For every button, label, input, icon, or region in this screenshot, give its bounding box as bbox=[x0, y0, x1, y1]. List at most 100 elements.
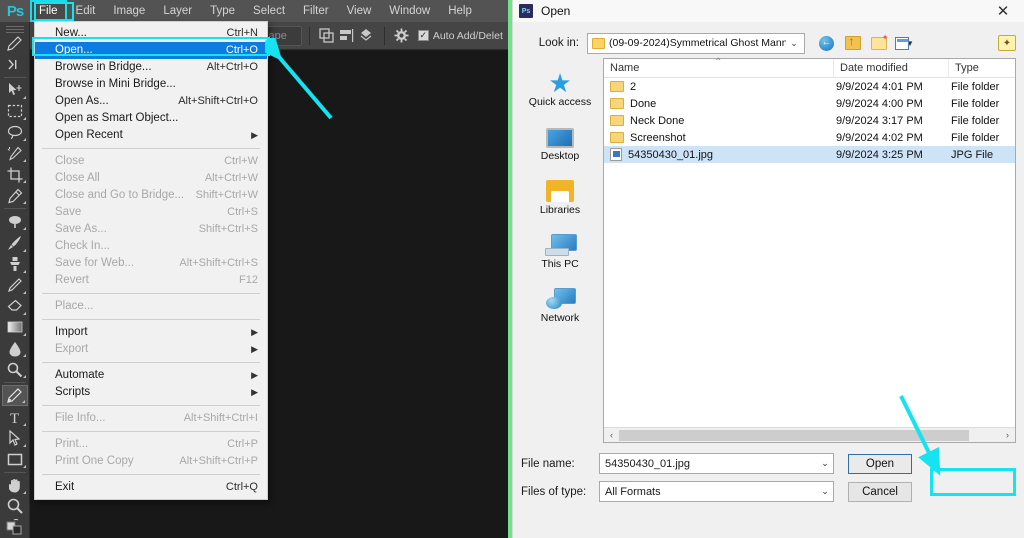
place-this-pc[interactable]: This PC bbox=[523, 226, 597, 270]
file-name-input[interactable]: 54350430_01.jpg ⌄ bbox=[599, 453, 834, 474]
chevron-down-icon[interactable]: ⌄ bbox=[817, 458, 833, 469]
menu-image[interactable]: Image bbox=[104, 0, 154, 22]
menu-filter[interactable]: Filter bbox=[294, 0, 338, 22]
crop-tool-icon[interactable] bbox=[2, 164, 28, 185]
path-selection-tool-icon[interactable] bbox=[2, 428, 28, 449]
eyedropper-tool-icon[interactable] bbox=[2, 185, 28, 206]
auto-add-delete-checkbox[interactable]: ✓ Auto Add/Delet bbox=[417, 30, 503, 42]
menu-item-close-and-go-to-bridge[interactable]: Close and Go to Bridge... Shift+Ctrl+W bbox=[35, 187, 267, 204]
eraser-tool-icon[interactable] bbox=[2, 296, 28, 317]
place-libraries[interactable]: Libraries bbox=[523, 172, 597, 216]
menu-window[interactable]: Window bbox=[380, 0, 439, 22]
menu-item-open[interactable]: Open... Ctrl+O bbox=[35, 42, 267, 59]
lasso-tool-icon[interactable] bbox=[2, 122, 28, 143]
change-view-icon[interactable]: ✦ bbox=[998, 35, 1016, 51]
history-brush-tool-icon[interactable] bbox=[2, 275, 28, 296]
menu-item-save[interactable]: Save Ctrl+S bbox=[35, 204, 267, 221]
panel-grip[interactable] bbox=[5, 26, 24, 33]
healing-brush-tool-icon[interactable] bbox=[2, 211, 28, 232]
table-row[interactable]: 2 9/9/2024 4:01 PM File folder bbox=[604, 78, 1015, 95]
menu-item-place[interactable]: Place... bbox=[35, 298, 267, 315]
look-in-dropdown[interactable]: (09-09-2024)Symmetrical Ghost Mannequin … bbox=[587, 32, 805, 54]
rectangle-tool-icon[interactable] bbox=[2, 449, 28, 470]
menu-view[interactable]: View bbox=[338, 0, 381, 22]
hand-tool-icon[interactable] bbox=[2, 475, 28, 496]
quick-selection-tool-icon[interactable] bbox=[2, 143, 28, 164]
arrange-shapes-icon[interactable] bbox=[357, 26, 377, 46]
menu-item-save-for-web[interactable]: Save for Web... Alt+Shift+Ctrl+S bbox=[35, 255, 267, 272]
menu-item-save-as[interactable]: Save As... Shift+Ctrl+S bbox=[35, 221, 267, 238]
clone-stamp-tool-icon[interactable] bbox=[2, 254, 28, 275]
menu-item-open-recent[interactable]: Open Recent ▶ bbox=[35, 127, 267, 144]
menu-item-open-as-smart-object[interactable]: Open as Smart Object... bbox=[35, 110, 267, 127]
type-tool-icon[interactable]: T bbox=[2, 406, 28, 427]
menu-item-close-all[interactable]: Close All Alt+Ctrl+W bbox=[35, 170, 267, 187]
open-button[interactable]: Open bbox=[848, 453, 912, 474]
pen-tool-top-icon[interactable] bbox=[2, 33, 28, 54]
menu-type[interactable]: Type bbox=[201, 0, 244, 22]
up-one-level-icon[interactable] bbox=[843, 34, 862, 53]
back-icon[interactable]: ← bbox=[817, 34, 836, 53]
scrollbar-track[interactable] bbox=[619, 428, 1000, 442]
pen-tool-icon[interactable] bbox=[1, 385, 28, 407]
menu-item-close[interactable]: Close Ctrl+W bbox=[35, 153, 267, 170]
cancel-button[interactable]: Cancel bbox=[848, 481, 912, 502]
table-row[interactable]: Neck Done 9/9/2024 3:17 PM File folder bbox=[604, 112, 1015, 129]
chevron-down-icon[interactable]: ⌄ bbox=[786, 38, 802, 49]
combine-shapes-icon[interactable] bbox=[317, 26, 337, 46]
column-header-date-modified[interactable]: Date modified bbox=[834, 59, 949, 77]
menu-item-check-in[interactable]: Check In... bbox=[35, 238, 267, 255]
menu-item-revert[interactable]: Revert F12 bbox=[35, 272, 267, 289]
column-header-name[interactable]: Name ⌃ bbox=[604, 57, 834, 77]
menu-item-automate[interactable]: Automate ▶ bbox=[35, 367, 267, 384]
place-desktop[interactable]: Desktop bbox=[523, 118, 597, 162]
marquee-tool-icon[interactable] bbox=[2, 101, 28, 122]
gear-icon[interactable] bbox=[392, 26, 412, 46]
foreground-background-color-icon[interactable] bbox=[2, 517, 28, 538]
move-tool-icon[interactable] bbox=[2, 80, 28, 101]
file-list[interactable]: Name ⌃ Date modified Type 2 9/9/2024 4:0… bbox=[603, 57, 1016, 443]
menu-item-browse-in-mini-bridge[interactable]: Browse in Mini Bridge... bbox=[35, 76, 267, 93]
close-icon[interactable]: ✕ bbox=[986, 0, 1020, 22]
menu-item-browse-in-bridge[interactable]: Browse in Bridge... Alt+Ctrl+O bbox=[35, 59, 267, 76]
menu-layer[interactable]: Layer bbox=[154, 0, 201, 22]
menu-item-export[interactable]: Export ▶ bbox=[35, 341, 267, 358]
menu-item-label: Open Recent bbox=[55, 129, 123, 141]
scroll-right-icon[interactable]: › bbox=[1000, 430, 1015, 440]
scrollbar-thumb[interactable] bbox=[619, 429, 969, 441]
align-shapes-icon[interactable] bbox=[337, 26, 357, 46]
table-row[interactable]: Done 9/9/2024 4:00 PM File folder bbox=[604, 95, 1015, 112]
menu-item-print-one-copy[interactable]: Print One Copy Alt+Shift+Ctrl+P bbox=[35, 453, 267, 470]
blur-tool-icon[interactable] bbox=[2, 338, 28, 359]
file-date-cell: 9/9/2024 3:25 PM bbox=[836, 148, 923, 161]
gradient-tool-icon[interactable] bbox=[2, 317, 28, 338]
file-date-cell: 9/9/2024 4:01 PM bbox=[836, 80, 923, 93]
brush-tool-icon[interactable] bbox=[2, 232, 28, 253]
dodge-tool-icon[interactable] bbox=[2, 359, 28, 380]
menu-item-open-as[interactable]: Open As... Alt+Shift+Ctrl+O bbox=[35, 93, 267, 110]
tool-corner-marker bbox=[22, 159, 26, 163]
menu-item-scripts[interactable]: Scripts ▶ bbox=[35, 384, 267, 401]
menu-help[interactable]: Help bbox=[439, 0, 481, 22]
files-of-type-dropdown[interactable]: All Formats ⌄ bbox=[599, 481, 834, 502]
place-network[interactable]: Network bbox=[523, 280, 597, 324]
menu-item-new[interactable]: New... Ctrl+N bbox=[35, 25, 267, 42]
menu-item-import[interactable]: Import ▶ bbox=[35, 324, 267, 341]
place-quick-access[interactable]: ★ Quick access bbox=[523, 64, 597, 108]
menu-edit[interactable]: Edit bbox=[67, 0, 105, 22]
collapse-panel-icon[interactable] bbox=[2, 54, 28, 75]
zoom-tool-icon[interactable] bbox=[2, 496, 28, 517]
chevron-down-icon[interactable]: ⌄ bbox=[817, 486, 833, 497]
new-folder-icon[interactable] bbox=[869, 33, 889, 53]
menu-item-exit[interactable]: Exit Ctrl+Q bbox=[35, 479, 267, 496]
view-menu-icon[interactable]: ▼ bbox=[895, 34, 914, 53]
table-row-selected[interactable]: 54350430_01.jpg 9/9/2024 3:25 PM JPG Fil… bbox=[604, 146, 1015, 163]
scroll-left-icon[interactable]: ‹ bbox=[604, 430, 619, 440]
menu-file[interactable]: File bbox=[30, 0, 67, 22]
menu-item-print[interactable]: Print... Ctrl+P bbox=[35, 436, 267, 453]
column-header-type[interactable]: Type bbox=[949, 59, 1015, 77]
table-row[interactable]: Screenshot 9/9/2024 4:02 PM File folder bbox=[604, 129, 1015, 146]
menu-select[interactable]: Select bbox=[244, 0, 294, 22]
menu-item-file-info[interactable]: File Info... Alt+Shift+Ctrl+I bbox=[35, 410, 267, 427]
horizontal-scrollbar[interactable]: ‹ › bbox=[604, 427, 1015, 442]
